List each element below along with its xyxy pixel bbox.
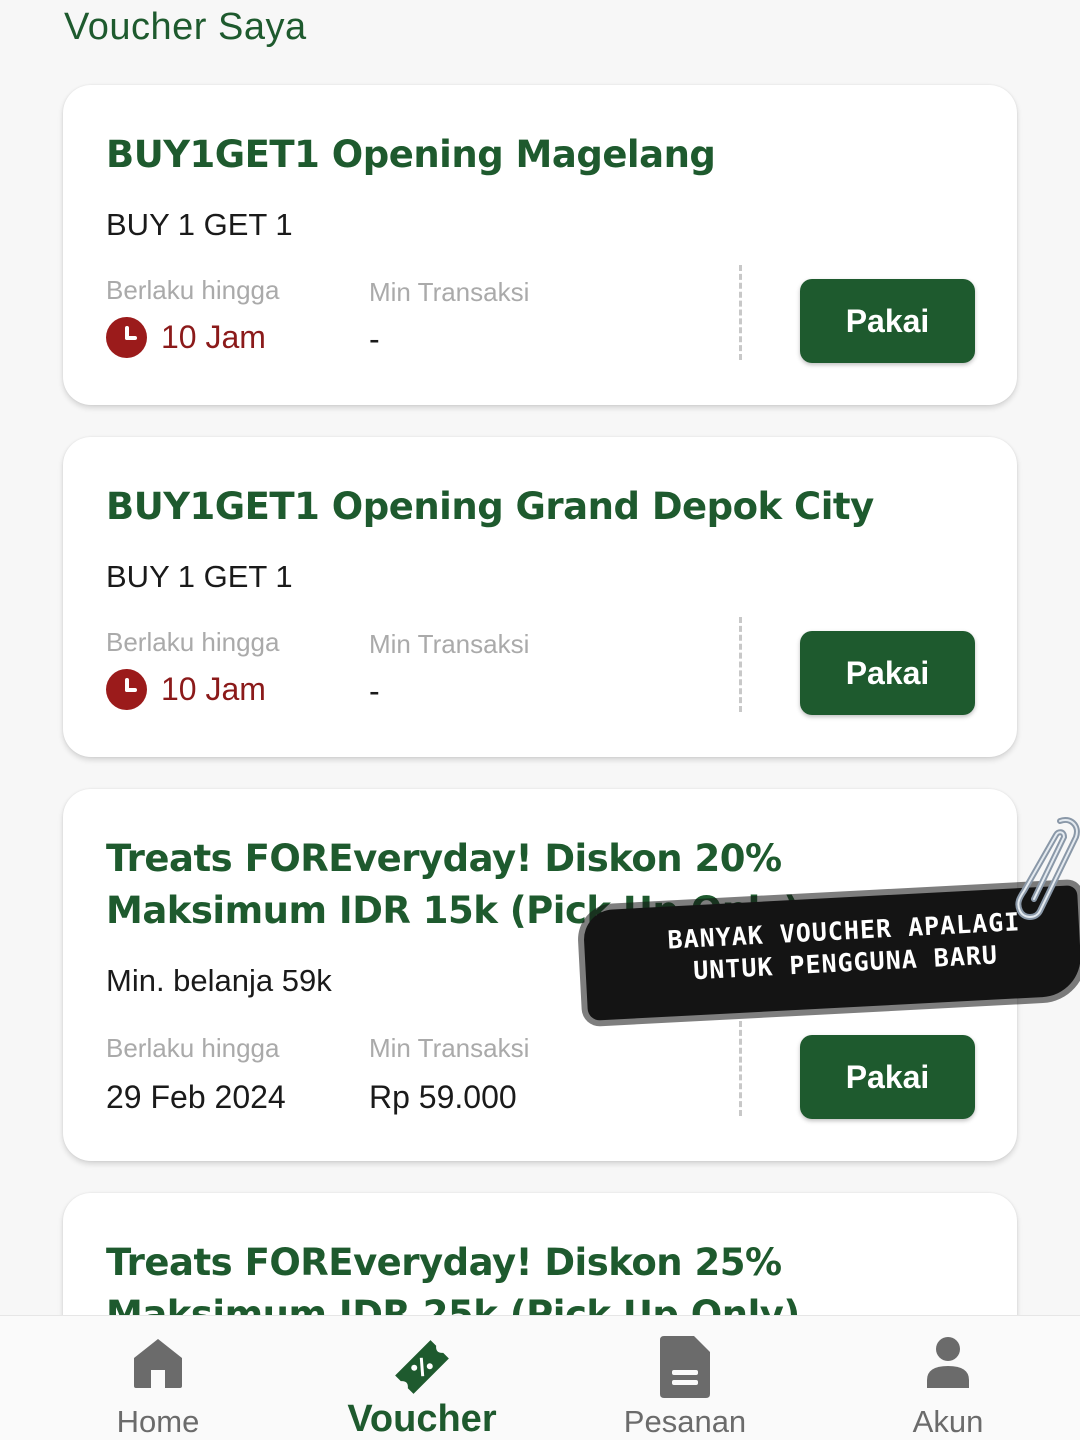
dashed-divider xyxy=(739,265,742,360)
voucher-card[interactable]: BUY1GET1 Opening Magelang BUY 1 GET 1 Be… xyxy=(63,85,1017,405)
home-icon xyxy=(134,1339,182,1388)
expiry-text: 10 Jam xyxy=(161,671,266,707)
expiry-text: 10 Jam xyxy=(161,319,266,355)
nav-item-voucher[interactable]: Voucher xyxy=(287,1316,557,1440)
nav-label-akun: Akun xyxy=(912,1404,984,1439)
valid-until-label: Berlaku hingga xyxy=(106,627,280,657)
voucher-card[interactable]: BUY1GET1 Opening Grand Depok City BUY 1 … xyxy=(63,437,1017,757)
use-voucher-button[interactable]: Pakai xyxy=(800,1035,975,1119)
min-transaction-label: Min Transaksi xyxy=(369,1033,530,1063)
min-transaction-value: Rp 59.000 xyxy=(369,1079,517,1115)
nav-item-pesanan[interactable]: Pesanan xyxy=(550,1316,820,1440)
nav-label-home: Home xyxy=(116,1404,200,1439)
voucher-description: BUY 1 GET 1 xyxy=(106,559,293,594)
use-voucher-button[interactable]: Pakai xyxy=(800,279,975,363)
min-transaction-value: - xyxy=(369,321,380,357)
dashed-divider xyxy=(739,617,742,712)
valid-until-value: 29 Feb 2024 xyxy=(106,1079,286,1115)
nav-item-akun[interactable]: Akun xyxy=(813,1316,1080,1440)
bottom-navigation: Home Voucher Pesanan Akun xyxy=(0,1315,1080,1440)
nav-item-home[interactable]: Home xyxy=(23,1316,293,1440)
voucher-description: Min. belanja 59k xyxy=(106,963,332,998)
nav-label-voucher: Voucher xyxy=(347,1398,497,1440)
min-transaction-label: Min Transaksi xyxy=(369,277,530,307)
dashed-divider xyxy=(739,1021,742,1116)
voucher-title: BUY1GET1 Opening Magelang xyxy=(106,133,716,176)
voucher-description: BUY 1 GET 1 xyxy=(106,207,293,242)
valid-until-value: 10 Jam xyxy=(106,669,266,710)
receipt-icon xyxy=(660,1336,710,1398)
voucher-title: BUY1GET1 Opening Grand Depok City xyxy=(106,485,874,528)
clock-icon xyxy=(106,317,147,358)
page-title: Voucher Saya xyxy=(64,6,307,48)
use-voucher-button[interactable]: Pakai xyxy=(800,631,975,715)
person-icon xyxy=(927,1337,969,1388)
valid-until-value: 10 Jam xyxy=(106,317,266,358)
valid-until-label: Berlaku hingga xyxy=(106,1033,280,1063)
paperclip-icon xyxy=(1015,817,1080,920)
nav-label-pesanan: Pesanan xyxy=(623,1404,747,1439)
clock-icon xyxy=(106,669,147,710)
min-transaction-value: - xyxy=(369,673,380,709)
valid-until-label: Berlaku hingga xyxy=(106,275,280,305)
min-transaction-label: Min Transaksi xyxy=(369,629,530,659)
voucher-icon xyxy=(395,1340,449,1394)
